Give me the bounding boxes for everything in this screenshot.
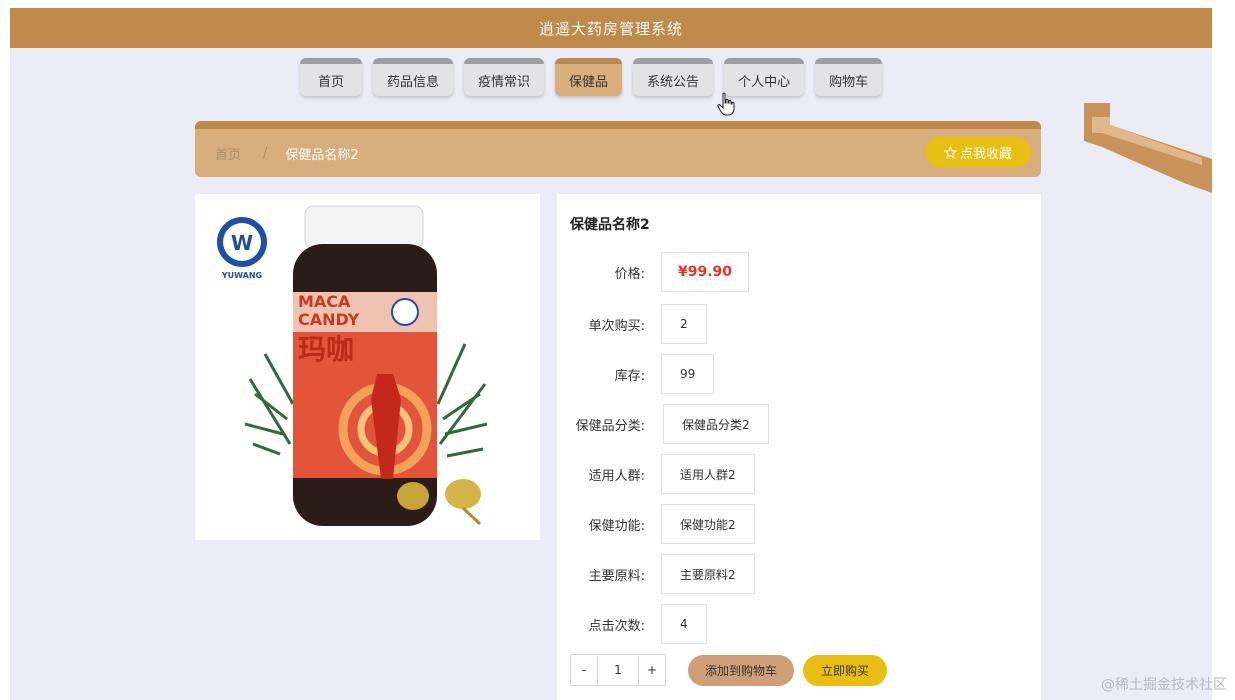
label-line-2: CANDY <box>298 310 360 329</box>
field-row-single-purchase: 单次购买: 2 <box>557 304 1041 344</box>
page: 逍遥大药房管理系统 首页 药品信息 疫情常识 保健品 系统公告 个人中心 购物车… <box>10 8 1212 700</box>
brand-text: YUWANG <box>221 271 262 280</box>
tab-home[interactable]: 首页 <box>300 58 362 96</box>
decorative-corner-shape <box>1084 103 1212 193</box>
tab-label: 系统公告 <box>647 74 700 90</box>
quantity-decrement-button[interactable]: - <box>570 654 598 686</box>
tab-epidemic-knowledge[interactable]: 疫情常识 <box>464 58 545 96</box>
tab-cart[interactable]: 购物车 <box>815 58 883 96</box>
tab-personal-center[interactable]: 个人中心 <box>724 58 805 96</box>
field-row-health-function: 保健功能: 保健功能2 <box>557 504 1041 544</box>
app-title: 逍遥大药房管理系统 <box>538 19 683 38</box>
field-value: 保健功能2 <box>661 504 755 544</box>
breadcrumb: 首页 / 保健品名称2 点我收藏 <box>195 121 1041 177</box>
field-row-stock: 库存: 99 <box>557 354 1041 394</box>
breadcrumb-current: 保健品名称2 <box>285 147 359 163</box>
tab-label: 首页 <box>317 74 344 90</box>
buy-now-button[interactable]: 立即购买 <box>803 655 887 686</box>
tab-label: 购物车 <box>829 74 869 90</box>
field-value: 适用人群2 <box>661 454 755 494</box>
field-value: 主要原料2 <box>661 554 755 594</box>
field-row-price: 价格: ¥99.90 <box>557 252 1041 292</box>
supplement-bottle: MACA CANDY 玛咖 <box>293 205 437 526</box>
field-label: 主要原料: <box>588 568 645 584</box>
field-row-target-group: 适用人群: 适用人群2 <box>557 454 1041 494</box>
field-label: 单次购买: <box>588 318 645 334</box>
star-outline-icon <box>943 145 957 159</box>
field-row-click-count: 点击次数: 4 <box>557 604 1041 644</box>
field-value: 2 <box>661 304 707 344</box>
field-label: 价格: <box>614 266 645 282</box>
field-label: 保健功能: <box>588 518 645 534</box>
tab-health-products[interactable]: 保健品 <box>555 58 623 96</box>
price-value: ¥99.90 <box>661 252 750 292</box>
field-label: 适用人群: <box>588 468 645 484</box>
favorite-button[interactable]: 点我收藏 <box>925 137 1031 167</box>
favorite-button-label: 点我收藏 <box>959 146 1012 162</box>
svg-text:W: W <box>231 231 253 255</box>
field-row-category: 保健品分类: 保健品分类2 <box>557 404 1041 444</box>
main-nav: 首页 药品信息 疫情常识 保健品 系统公告 个人中心 购物车 <box>300 58 883 96</box>
quantity-increment-button[interactable]: + <box>638 654 666 686</box>
app-header: 逍遥大药房管理系统 <box>10 8 1212 48</box>
field-label: 点击次数: <box>588 618 645 634</box>
tab-drug-info[interactable]: 药品信息 <box>373 58 454 96</box>
field-value: 保健品分类2 <box>663 404 769 444</box>
add-to-cart-button[interactable]: 添加到购物车 <box>688 655 794 686</box>
watermark: @稀土掘金技术社区 <box>1101 677 1227 693</box>
maca-plant-left <box>244 353 295 456</box>
product-detail-card: 保健品名称2 价格: ¥99.90 单次购买: 2 库存: 99 保健品分类: … <box>557 194 1041 700</box>
hand-pointer-icon <box>717 92 735 116</box>
tab-label: 疫情常识 <box>478 74 531 90</box>
label-line-1: MACA <box>298 292 351 311</box>
product-image: W YUWANG MACA CANDY 玛咖 <box>217 205 488 526</box>
quantity-stepper: - 1 + <box>570 654 666 686</box>
field-value: 99 <box>661 354 715 394</box>
tab-label: 药品信息 <box>387 74 440 90</box>
tab-label: 保健品 <box>569 74 609 90</box>
breadcrumb-separator: / <box>263 145 268 161</box>
field-value: 4 <box>661 604 707 644</box>
tab-label: 个人中心 <box>738 74 791 90</box>
breadcrumb-home-link[interactable]: 首页 <box>215 144 241 163</box>
tab-announcements[interactable]: 系统公告 <box>633 58 714 96</box>
quantity-input[interactable]: 1 <box>598 654 638 686</box>
label-chinese: 玛咖 <box>298 333 354 366</box>
field-label: 库存: <box>614 368 645 384</box>
brand-logo: W YUWANG <box>217 217 267 280</box>
field-row-ingredients: 主要原料: 主要原料2 <box>557 554 1041 594</box>
product-title: 保健品名称2 <box>570 217 650 233</box>
maca-plant-right <box>436 343 488 458</box>
field-label: 保健品分类: <box>575 418 645 434</box>
product-image-card: W YUWANG MACA CANDY 玛咖 <box>195 194 540 540</box>
